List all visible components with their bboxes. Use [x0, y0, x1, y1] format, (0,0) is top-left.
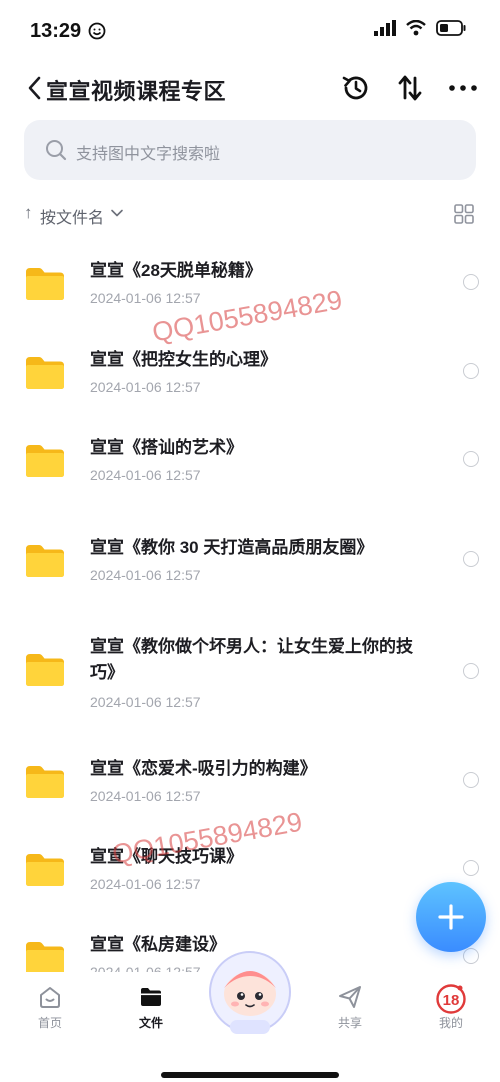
- signal-icon: [374, 20, 396, 36]
- file-date: 2024-01-06 12:57: [90, 379, 201, 395]
- folder-icon: [26, 545, 64, 577]
- smiley-icon: [88, 22, 106, 40]
- tab-home[interactable]: 首页: [20, 984, 80, 1040]
- file-date: 2024-01-06 12:57: [90, 567, 201, 583]
- back-arrow-icon[interactable]: [24, 74, 46, 102]
- search-icon: [46, 140, 67, 161]
- folder-icon: [26, 854, 64, 886]
- history-icon[interactable]: [340, 72, 372, 104]
- bottom-tab-bar: 首页 文件 共享 18 我的: [0, 951, 500, 1082]
- more-options-icon[interactable]: [446, 72, 480, 104]
- folder-icon: [141, 988, 161, 1006]
- folder-icon: [26, 654, 64, 686]
- search-bar[interactable]: 支持图中文字搜索啦: [24, 120, 476, 180]
- select-radio[interactable]: [463, 948, 479, 964]
- mascot-icon[interactable]: [204, 948, 296, 1040]
- select-radio[interactable]: [463, 363, 479, 379]
- list-item[interactable]: 宣宣《教你做个坏男人：让女生爱上你的技巧》 2024-01-06 12:57: [0, 632, 500, 732]
- tab-share[interactable]: 共享: [320, 984, 380, 1040]
- chevron-down-icon: [111, 209, 123, 217]
- file-name: 宣宣《教你 30 天打造高品质朋友圈》: [90, 538, 374, 557]
- file-name: 宣宣《搭讪的艺术》: [90, 438, 243, 457]
- avatar: 18: [436, 984, 466, 1014]
- file-name: 宣宣《教你做个坏男人：让女生爱上你的技巧》: [90, 637, 413, 682]
- list-item[interactable]: 宣宣《把控女生的心理》 2024-01-06 12:57: [0, 333, 500, 413]
- avatar-badge-text: 18: [443, 992, 460, 1009]
- sort-row: ↑ 按文件名: [24, 202, 476, 228]
- select-radio[interactable]: [463, 663, 479, 679]
- select-radio[interactable]: [463, 274, 479, 290]
- folder-icon: [26, 268, 64, 300]
- sort-direction-arrow: ↑: [24, 203, 33, 222]
- home-indicator: [161, 1072, 339, 1078]
- list-item[interactable]: 宣宣《教你 30 天打造高品质朋友圈》 2024-01-06 12:57: [0, 521, 500, 601]
- grid-view-icon[interactable]: [454, 204, 474, 224]
- file-name: 宣宣《把控女生的心理》: [90, 350, 277, 369]
- tab-home-label: 首页: [37, 1016, 62, 1030]
- tab-files-label: 文件: [138, 1016, 163, 1030]
- navigation-bar: 宣宣视频课程专区: [0, 66, 500, 112]
- file-name: 宣宣《28天脱单秘籍》: [90, 261, 262, 280]
- file-name: 宣宣《恋爱术-吸引力的构建》: [90, 759, 317, 778]
- file-date: 2024-01-06 12:57: [90, 788, 201, 804]
- add-button[interactable]: [416, 882, 486, 952]
- sort-toggle-icon[interactable]: [396, 72, 424, 104]
- status-indicators: [374, 20, 466, 36]
- status-time: 13:29: [30, 20, 82, 42]
- select-radio[interactable]: [463, 772, 479, 788]
- list-item[interactable]: 宣宣《搭讪的艺术》 2024-01-06 12:57: [0, 421, 500, 501]
- home-icon: [40, 987, 60, 1008]
- status-bar: 13:29: [0, 0, 500, 62]
- list-item[interactable]: 宣宣《恋爱术-吸引力的构建》 2024-01-06 12:57: [0, 742, 500, 822]
- select-radio[interactable]: [463, 551, 479, 567]
- page-title: 宣宣视频课程专区: [46, 79, 227, 104]
- file-date: 2024-01-06 12:57: [90, 467, 201, 483]
- tab-mine[interactable]: 18 我的: [421, 984, 481, 1040]
- plus-icon: [438, 904, 464, 930]
- folder-icon: [26, 942, 64, 974]
- tab-files[interactable]: 文件: [121, 984, 181, 1040]
- sort-label: 按文件名: [40, 210, 105, 227]
- file-date: 2024-01-06 12:57: [90, 694, 201, 710]
- search-placeholder: 支持图中文字搜索啦: [76, 146, 221, 163]
- file-date: 2024-01-06 12:57: [90, 876, 201, 892]
- select-radio[interactable]: [463, 860, 479, 876]
- folder-icon: [26, 766, 64, 798]
- tab-mine-label: 我的: [438, 1016, 463, 1030]
- wifi-icon: [406, 20, 426, 36]
- select-radio[interactable]: [463, 451, 479, 467]
- send-icon: [339, 986, 361, 1008]
- folder-icon: [26, 445, 64, 477]
- tab-share-label: 共享: [337, 1016, 362, 1030]
- file-date: 2024-01-06 12:57: [90, 290, 201, 306]
- battery-icon: [436, 20, 466, 36]
- folder-icon: [26, 357, 64, 389]
